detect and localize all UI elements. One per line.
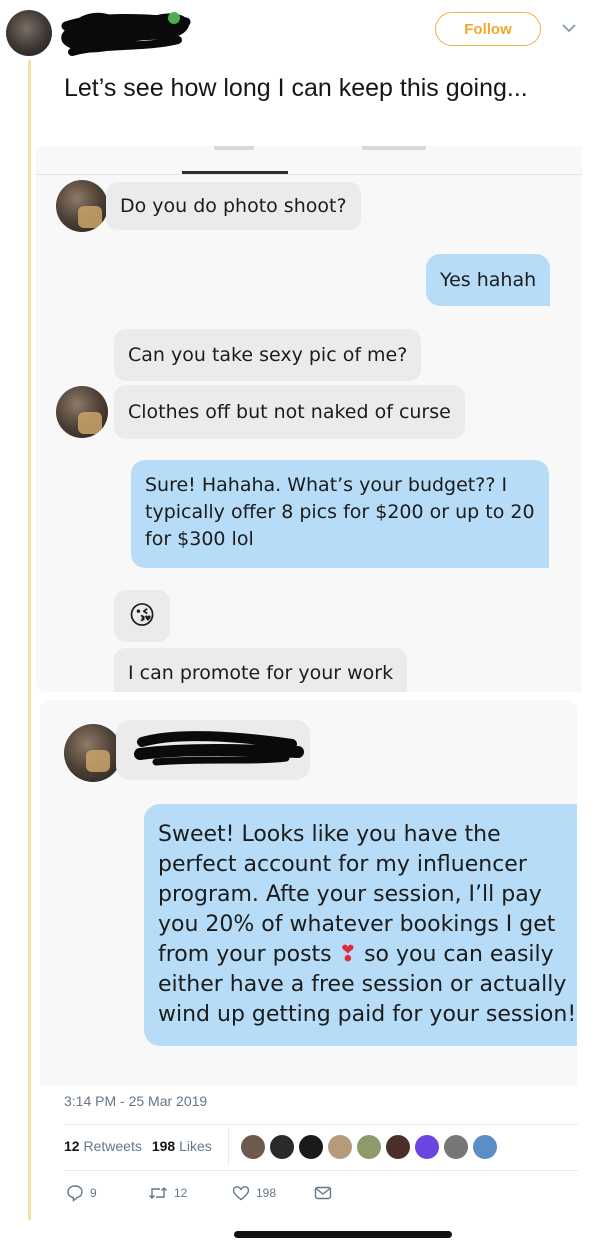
retweets-stat[interactable]: 12 Retweets	[64, 1138, 142, 1154]
engagement-stats: 12 Retweets 198 Likes	[64, 1138, 212, 1154]
message-bubble-incoming: I can promote for your work	[114, 648, 408, 692]
like-action[interactable]: 198	[232, 1185, 314, 1201]
reply-count: 9	[90, 1186, 97, 1200]
likes-label: Likes	[179, 1138, 212, 1154]
liker-avatar[interactable]	[415, 1135, 439, 1159]
contact-avatar	[64, 724, 122, 782]
message-bubble-incoming: Clothes off but not naked of curse	[114, 385, 465, 439]
kiss-emoji-message: 😘	[114, 590, 170, 642]
chat-tab-bar	[36, 146, 582, 175]
thread-line	[28, 60, 31, 1220]
retweet-icon	[149, 1187, 167, 1199]
liker-avatar[interactable]	[357, 1135, 381, 1159]
retweets-count: 12	[64, 1138, 80, 1154]
like-count: 198	[256, 1186, 277, 1200]
retweets-label: Retweets	[83, 1138, 142, 1154]
tweet-timestamp[interactable]: 3:14 PM - 25 Mar 2019	[64, 1093, 207, 1109]
follow-button[interactable]: Follow	[435, 12, 541, 46]
message-bubble-outgoing: Sure! Hahaha. What’s your budget?? I typ…	[131, 460, 549, 568]
attached-screenshot-1[interactable]: Do you do photo shoot? Yes hahah Can you…	[36, 146, 582, 692]
liker-avatar[interactable]	[328, 1135, 352, 1159]
attached-screenshot-2[interactable]: Sweet! Looks like you have the perfect a…	[40, 700, 577, 1086]
envelope-icon	[314, 1186, 332, 1200]
heart-icon	[232, 1186, 250, 1201]
liker-avatar[interactable]	[241, 1135, 265, 1159]
tab-profile-label-cropped	[362, 146, 426, 150]
reply-action[interactable]: 9	[66, 1184, 148, 1202]
retweet-count: 12	[174, 1186, 188, 1200]
chevron-down-icon[interactable]	[561, 22, 577, 34]
reply-icon	[67, 1185, 83, 1202]
active-tab-indicator	[182, 171, 288, 174]
redacted-author-name	[61, 12, 191, 56]
message-bubble-incoming: Do you do photo shoot?	[106, 182, 361, 230]
retweet-action[interactable]: 12	[148, 1185, 232, 1201]
heart-exclamation-icon: ❣	[338, 942, 358, 967]
contact-avatar	[56, 386, 108, 438]
tweet-text: Let’s see how long I can keep this going…	[64, 74, 528, 102]
liker-avatar[interactable]	[299, 1135, 323, 1159]
direct-message-action[interactable]	[314, 1186, 332, 1200]
redaction-scribble	[134, 731, 304, 766]
likes-stat[interactable]: 198 Likes	[152, 1138, 212, 1154]
liker-avatar[interactable]	[386, 1135, 410, 1159]
liker-avatars	[228, 1128, 497, 1166]
liker-avatar[interactable]	[444, 1135, 468, 1159]
tab-chat-label-cropped	[214, 146, 254, 150]
message-bubble-incoming: Can you take sexy pic of me?	[114, 329, 422, 381]
tweet-actions: 9 12 198	[66, 1184, 332, 1202]
liker-avatar[interactable]	[473, 1135, 497, 1159]
contact-avatar	[56, 180, 108, 232]
divider	[64, 1170, 578, 1171]
message-bubble-outgoing: Sweet! Looks like you have the perfect a…	[144, 804, 577, 1046]
likes-count: 198	[151, 1138, 176, 1154]
author-avatar[interactable]	[6, 10, 52, 56]
divider	[64, 1124, 578, 1125]
message-bubble-outgoing: Yes hahah	[426, 254, 551, 306]
redacted-message-bubble	[116, 720, 310, 780]
home-indicator	[234, 1231, 452, 1238]
liker-avatar[interactable]	[270, 1135, 294, 1159]
